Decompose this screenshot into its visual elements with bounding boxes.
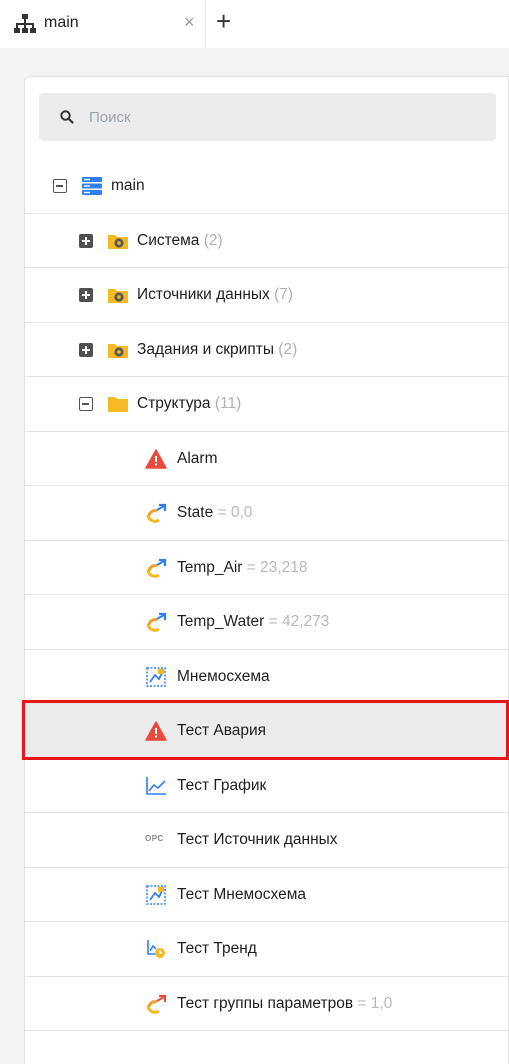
parameter-icon <box>146 558 167 578</box>
item-count: (2) <box>278 340 298 358</box>
alarm-icon <box>145 448 167 469</box>
folder-gear-icon <box>108 289 128 303</box>
parameter-value: = 0,0 <box>217 504 253 521</box>
parameter-icon <box>146 503 167 523</box>
search-input[interactable] <box>89 101 479 133</box>
tab-bar: main × + <box>0 0 509 48</box>
collapse-icon[interactable] <box>53 179 67 193</box>
tree-item-test-chart[interactable]: Тест График <box>25 759 509 813</box>
expand-icon[interactable] <box>79 288 93 302</box>
tree-item-temp-air[interactable]: Temp_Air = 23,218 <box>25 541 509 595</box>
folder-gear-icon <box>108 234 128 249</box>
tree-item-label: Temp_Air <box>177 558 243 576</box>
search-icon <box>60 110 74 124</box>
tree-item-label: Тест группы параметров <box>177 994 354 1012</box>
tree-item-test-mnemoscheme[interactable]: Тест Мнемосхема <box>25 868 509 922</box>
tree-item-test-trend[interactable]: Тест Тренд <box>25 922 509 977</box>
tree-folder-label: Система <box>137 231 200 249</box>
tree-item-label: Мнемосхема <box>177 667 270 685</box>
tree-item-label: Тест Тренд <box>177 940 257 957</box>
add-tab-button[interactable]: + <box>216 6 231 37</box>
tree-item-label: Alarm <box>177 449 218 467</box>
folder-icon <box>108 397 128 412</box>
tree-item-label: Тест Авария <box>177 722 267 739</box>
trend-icon <box>147 940 165 958</box>
folder-gear-icon <box>108 343 128 358</box>
tree-folder-struktura[interactable]: Структура (11) <box>25 377 509 432</box>
item-count: (2) <box>203 231 223 249</box>
tree-node-label: main <box>111 177 145 194</box>
navigator-panel: main Система (2) Источники <box>0 48 509 1064</box>
item-count: (11) <box>214 395 242 412</box>
search-box[interactable] <box>39 93 496 141</box>
tree-item-mnemoscheme[interactable]: Мнемосхема <box>25 650 509 704</box>
chart-icon <box>146 776 166 795</box>
tree-folder-istochniki[interactable]: Источники данных (7) <box>25 268 509 323</box>
tree-item-label: Тест График <box>177 776 267 794</box>
tree-card: main Система (2) Источники <box>24 76 509 1064</box>
tree-item-test-param-group[interactable]: Тест группы параметров = 1,0 <box>25 977 509 1031</box>
tree-item-label: Тест Источник данных <box>177 831 338 848</box>
opc-icon: OPC <box>145 834 164 843</box>
tree-item-label: Тест Мнемосхема <box>177 885 306 903</box>
tree-node-root[interactable]: main <box>25 159 509 214</box>
tab-main[interactable]: main × <box>0 0 206 48</box>
tree-item-test-alarm[interactable]: Тест Авария <box>25 704 509 759</box>
tree-item-label: State <box>177 504 214 521</box>
server-icon <box>82 177 102 195</box>
tree-folder-label: Структура <box>137 395 211 412</box>
tree-item-state[interactable]: State = 0,0 <box>25 486 509 541</box>
tree-folder-sistema[interactable]: Система (2) <box>25 214 509 268</box>
parameter-icon <box>146 612 167 632</box>
tree-item-label: Temp_Water <box>177 613 265 630</box>
sitemap-icon <box>14 14 36 33</box>
parameter-value: = 1,0 <box>357 994 393 1012</box>
tree-item-test-datasource[interactable]: OPC Тест Источник данных <box>25 813 509 868</box>
mnemoscheme-icon <box>146 884 166 905</box>
tree-folder-label: Источники данных <box>137 286 270 303</box>
alarm-icon <box>145 721 167 741</box>
tree-item-temp-water[interactable]: Temp_Water = 42,273 <box>25 595 509 650</box>
tree-folder-zadaniya[interactable]: Задания и скрипты (2) <box>25 323 509 377</box>
expand-icon[interactable] <box>79 342 93 357</box>
parameter-value: = 23,218 <box>246 558 308 576</box>
parameter-value: = 42,273 <box>268 613 330 630</box>
item-count: (7) <box>274 286 294 303</box>
tree-item-alarm[interactable]: Alarm <box>25 432 509 486</box>
tab-label: main <box>44 14 79 31</box>
expand-icon[interactable] <box>79 233 93 248</box>
tree-folder-label: Задания и скрипты <box>137 340 274 358</box>
object-tree: main Система (2) Источники данных (7) За… <box>25 159 509 1031</box>
collapse-icon[interactable] <box>79 397 93 411</box>
close-icon[interactable]: × <box>184 12 195 33</box>
parameter-icon <box>146 994 167 1014</box>
mnemoscheme-icon <box>146 666 166 687</box>
